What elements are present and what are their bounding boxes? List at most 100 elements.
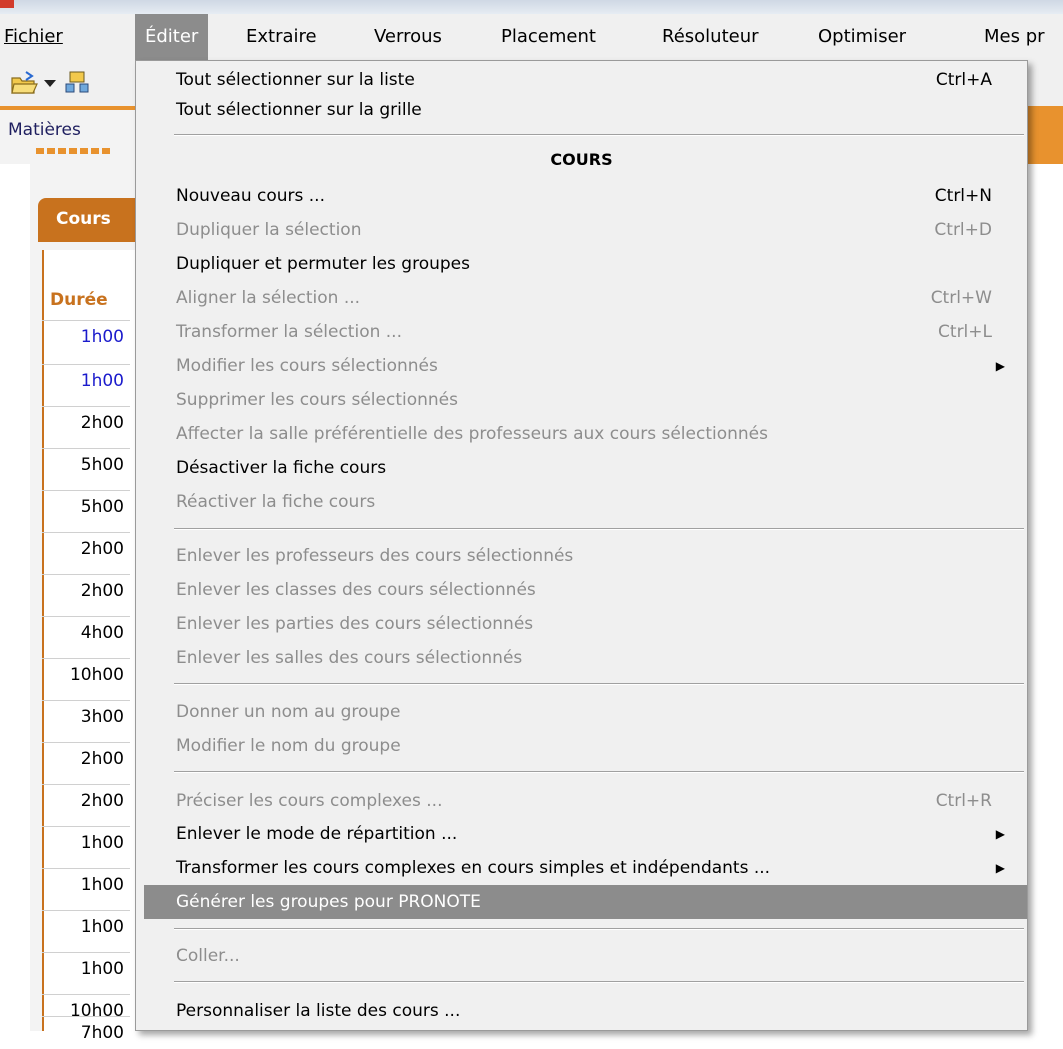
menu-item-label: Enlever les salles des cours sélectionné… [176,648,523,668]
menu-placement[interactable]: Placement [501,14,596,60]
menu-item-complex[interactable]: Préciser les cours complexes ... Ctrl+R [136,784,1027,818]
menu-item-delete[interactable]: Supprimer les cours sélectionnés [136,383,1027,417]
menu-item-label: Générer les groupes pour PRONOTE [176,892,481,912]
menu-item-remove-mode[interactable]: Enlever le mode de répartition ... ▶ [136,817,1027,851]
cours-tab-label: Cours [56,209,111,229]
menu-item-remove-classes[interactable]: Enlever les classes des cours sélectionn… [136,573,1027,607]
menu-item-reactivate[interactable]: Réactiver la fiche cours [136,485,1027,519]
menu-item-deactivate[interactable]: Désactiver la fiche cours [136,451,1027,485]
open-folder-icon[interactable] [10,70,38,96]
table-row[interactable]: 2h00 [42,742,130,774]
submenu-arrow-icon: ▶ [995,861,1005,875]
menu-item-label: Enlever les parties des cours sélectionn… [176,614,534,634]
menu-extraire[interactable]: Extraire [246,14,317,60]
menu-separator [174,981,1024,983]
menu-separator [174,771,1024,773]
menu-item-shortcut: Ctrl+L [938,322,992,342]
menu-separator [174,928,1024,930]
column-header-duree[interactable]: Durée [42,282,138,318]
table-row[interactable]: 1h00 [42,910,130,942]
menu-item-label: Enlever le mode de répartition ... [176,824,458,844]
menu-editer-label: Éditer [145,26,199,47]
editer-dropdown-menu: Tout sélectionner sur la liste Ctrl+A To… [135,60,1028,1031]
menu-item-label: Coller... [176,946,240,966]
menu-item-label: Donner un nom au groupe [176,702,401,722]
menu-mes-preferences[interactable]: Mes pr [984,14,1045,60]
table-row[interactable]: 5h00 [42,490,130,522]
table-row[interactable]: 2h00 [42,784,130,816]
menu-item-label: Dupliquer et permuter les groupes [176,254,470,274]
menu-verrous[interactable]: Verrous [374,14,442,60]
table-row[interactable]: 2h00 [42,406,130,438]
tab-active-marker [36,148,112,154]
tab-matieres-label: Matières [8,120,81,140]
table-row[interactable]: 3h00 [42,700,130,732]
menu-editer[interactable]: Éditer [135,14,209,60]
menu-item-label: Modifier le nom du groupe [176,736,401,756]
menu-separator [174,528,1024,530]
menu-item-label: Tout sélectionner sur la grille [176,100,422,120]
menu-item-label: Enlever les professeurs des cours sélect… [176,546,574,566]
menu-item-label: Personnaliser la liste des cours ... [176,1001,461,1021]
menu-resoluteur[interactable]: Résoluteur [662,14,759,60]
network-icon[interactable] [64,70,92,96]
menu-item-transform[interactable]: Transformer la sélection ... Ctrl+L [136,315,1027,349]
menu-item-select-all-grid[interactable]: Tout sélectionner sur la grille [136,93,1027,127]
menu-item-label: Transformer la sélection ... [176,322,402,342]
menu-item-remove-rooms[interactable]: Enlever les salles des cours sélectionné… [136,641,1027,675]
table-row[interactable]: 2h00 [42,532,130,564]
table-row[interactable]: 1h00 [42,952,130,984]
menu-item-shortcut: Ctrl+N [934,186,992,206]
table-row[interactable]: 1h00 [42,364,130,396]
menu-item-duplicate-permute[interactable]: Dupliquer et permuter les groupes [136,247,1027,281]
menu-item-transform-complex[interactable]: Transformer les cours complexes en cours… [136,851,1027,885]
table-row[interactable]: 1h00 [42,826,130,858]
menu-section-header: COURS [550,150,613,169]
menu-item-customize[interactable]: Personnaliser la liste des cours ... [136,994,1027,1028]
table-row[interactable]: 2h00 [42,574,130,606]
menu-item-select-all-list[interactable]: Tout sélectionner sur la liste Ctrl+A [136,63,1027,97]
cours-tab[interactable]: Cours [38,198,148,242]
table-row[interactable]: 10h00 [42,658,130,690]
menu-item-label: Enlever les classes des cours sélectionn… [176,580,536,600]
menu-item-label: Tout sélectionner sur la liste [176,70,415,90]
menu-placement-label: Placement [501,26,596,47]
menu-item-align[interactable]: Aligner la sélection ... Ctrl+W [136,281,1027,315]
app-icon [0,0,14,8]
menu-item-shortcut: Ctrl+W [930,288,992,308]
menu-item-new-course[interactable]: Nouveau cours ... Ctrl+N [136,179,1027,213]
table-row[interactable]: 5h00 [42,448,130,480]
menu-fichier[interactable]: Fichier [4,14,63,60]
menu-item-label: Préciser les cours complexes ... [176,791,443,811]
menu-item-rename-group[interactable]: Modifier le nom du groupe [136,729,1027,763]
dropdown-arrow-icon[interactable] [44,78,56,88]
menu-verrous-label: Verrous [374,26,442,47]
menu-item-shortcut: Ctrl+D [934,220,992,240]
menu-item-generate-groups[interactable]: Générer les groupes pour PRONOTE [144,885,1027,919]
submenu-arrow-icon: ▶ [995,827,1005,841]
menu-optimiser-label: Optimiser [818,26,907,47]
menu-item-label: Aligner la sélection ... [176,288,361,308]
menu-item-label: Affecter la salle préférentielle des pro… [176,424,768,444]
menu-item-remove-teachers[interactable]: Enlever les professeurs des cours sélect… [136,539,1027,573]
menu-separator [174,134,1024,136]
menu-item-paste[interactable]: Coller... [136,939,1027,973]
menu-item-remove-parts[interactable]: Enlever les parties des cours sélectionn… [136,607,1027,641]
tab-matieres[interactable]: Matières [0,110,150,164]
table-row[interactable]: 1h00 [42,868,130,900]
table-row[interactable]: 7h00 [42,1016,130,1048]
menu-separator [174,683,1024,685]
menu-item-label: Modifier les cours sélectionnés [176,356,438,376]
table-row[interactable]: 4h00 [42,616,130,648]
menu-fichier-label: Fichier [4,26,63,47]
menu-item-label: Dupliquer la sélection [176,220,362,240]
menu-extraire-label: Extraire [246,26,317,47]
menubar: Fichier Éditer Extraire Verrous Placemen… [0,14,1063,61]
menu-item-assign-room[interactable]: Affecter la salle préférentielle des pro… [136,417,1027,451]
menu-optimiser[interactable]: Optimiser [818,14,906,60]
menu-item-name-group[interactable]: Donner un nom au groupe [136,695,1027,729]
menu-item-duplicate[interactable]: Dupliquer la sélection Ctrl+D [136,213,1027,247]
menu-item-modify[interactable]: Modifier les cours sélectionnés ▶ [136,349,1027,383]
menu-item-shortcut: Ctrl+A [935,70,992,90]
table-row[interactable]: 1h00 [42,320,130,352]
